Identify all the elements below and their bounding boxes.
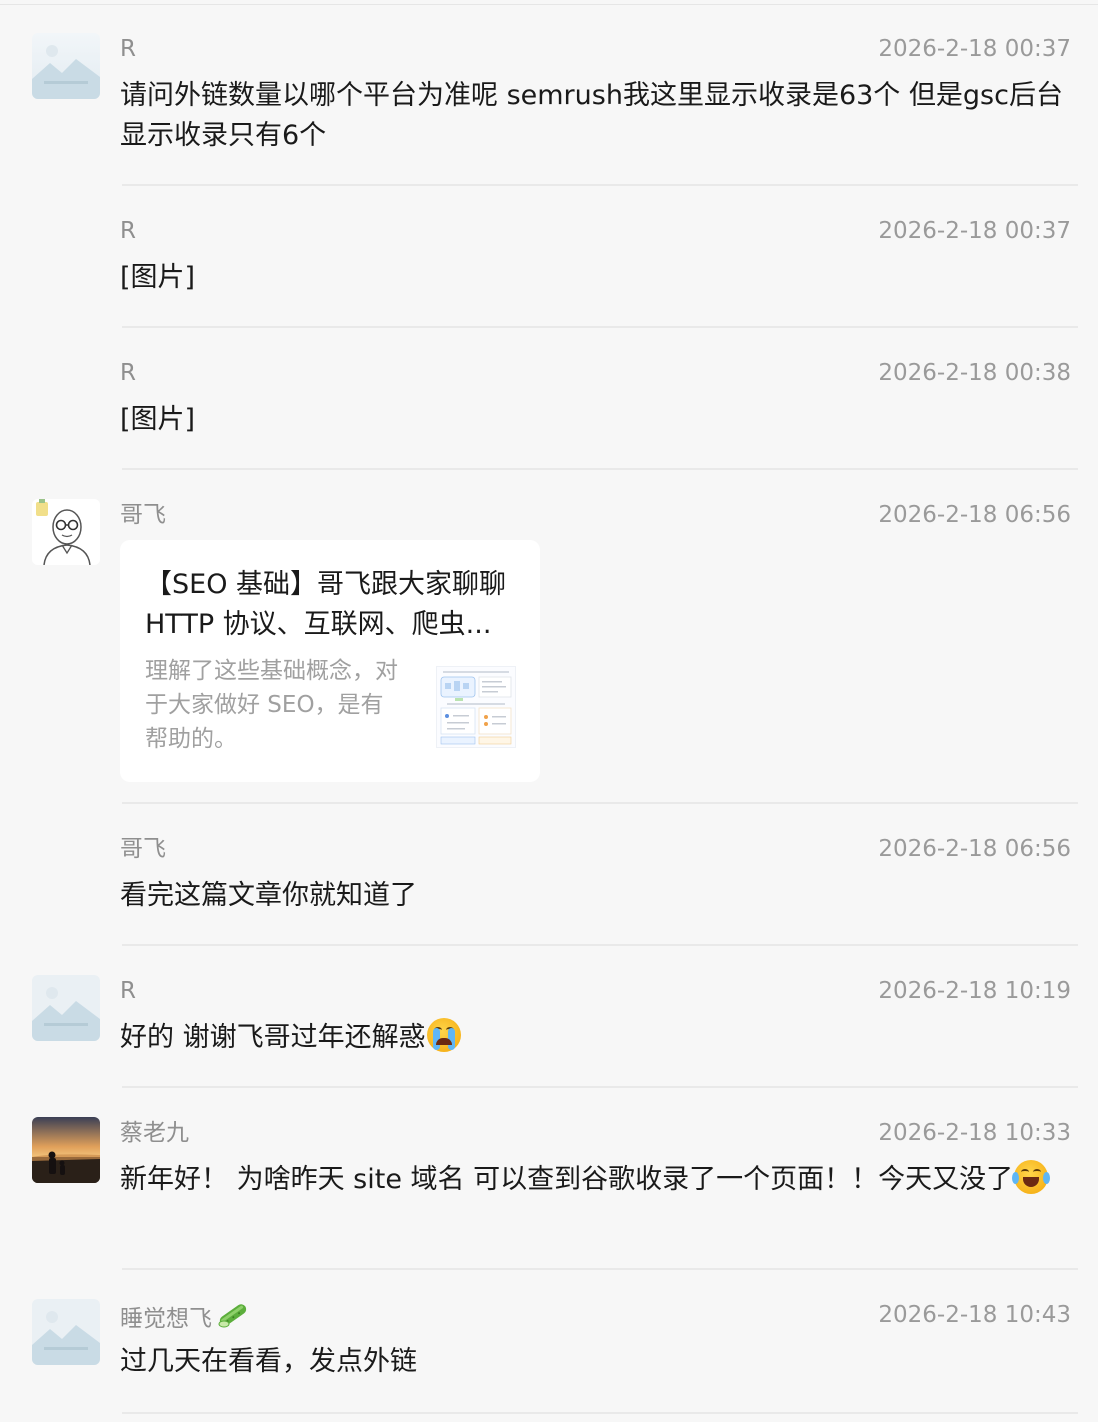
article-link-card[interactable]: 【SEO 基础】哥飞跟大家聊聊 HTTP 协议、互联网、爬虫... 理解了这些基… [120,540,540,782]
placeholder-landscape-icon [32,33,100,99]
bald-man-glasses-avatar-icon [32,499,100,565]
avatar[interactable] [32,499,100,565]
sender-name: 蔡老九 [120,1120,189,1146]
timestamp: 2026-2-18 00:37 [878,36,1071,62]
cucumber-icon [218,1304,247,1328]
message-item: 睡觉想飞 2026-2-18 10:43 过几天在看看，发点外链 [0,1266,1098,1422]
sender-name: R [120,978,136,1004]
divider [122,1412,1078,1414]
message-item: R 2026-2-18 10:19 好的 谢谢飞哥过年还解惑 [0,942,1098,1088]
article-diagram-thumbnail [436,666,516,748]
message-text: 好的 谢谢飞哥过年还解惑 [120,1018,1078,1058]
timestamp: 2026-2-18 10:19 [878,978,1071,1004]
message-item: 哥飞 2026-2-18 06:56 看完这篇文章你就知道了 [0,800,1098,946]
avatar[interactable] [32,33,100,99]
timestamp: 2026-2-18 00:37 [878,218,1071,244]
timestamp: 2026-2-18 10:43 [878,1302,1071,1328]
message-item: R 2026-2-18 00:37 [图片] [0,182,1098,328]
sender-name: R [120,218,136,244]
timestamp: 2026-2-18 10:33 [878,1120,1071,1146]
message-text-content: 好的 谢谢飞哥过年还解惑 [120,1022,426,1053]
message-text: 新年好！ 为啥昨天 site 域名 可以查到谷歌收录了一个页面！！今天又没了 [120,1160,1078,1200]
sender-name: R [120,360,136,386]
timestamp: 2026-2-18 00:38 [878,360,1071,386]
message-text: 过几天在看看，发点外链 [120,1346,417,1377]
timestamp: 2026-2-18 06:56 [878,836,1071,862]
sender-name: R [120,36,136,62]
message-item: 蔡老九 2026-2-18 10:33 新年好！ 为啥昨天 site 域名 可以… [0,1084,1098,1270]
card-title: 【SEO 基础】哥飞跟大家聊聊 HTTP 协议、互联网、爬虫... [145,569,507,640]
sender-name-text: 睡觉想飞 [120,1306,212,1332]
sunset-silhouette-avatar-icon [32,1117,100,1183]
card-description: 理解了这些基础概念，对于大家做好 SEO，是有帮助的。 [145,658,398,752]
avatar[interactable] [32,975,100,1041]
timestamp: 2026-2-18 06:56 [878,502,1071,528]
message-text: 看完这篇文章你就知道了 [120,880,417,911]
message-text-content: 新年好！ 为啥昨天 site 域名 可以查到谷歌收录了一个页面！！今天又没了 [120,1164,1014,1195]
avatar[interactable] [32,1299,100,1365]
sender-name: 睡觉想飞 [120,1300,250,1334]
avatar[interactable] [32,1117,100,1183]
sender-name: 哥飞 [120,836,166,862]
sender-name: 哥飞 [120,502,166,528]
message-text: 请问外链数量以哪个平台为准呢 semrush我这里显示收录是63个 但是gsc后… [120,80,1063,151]
image-placeholder-text[interactable]: [图片] [120,400,1078,440]
image-placeholder-text[interactable]: [图片] [120,258,1078,298]
message-item: R 2026-2-18 00:37 请问外链数量以哪个平台为准呢 semrush… [0,0,1098,186]
loudly-crying-face-icon [426,1018,461,1052]
placeholder-landscape-icon [32,975,100,1041]
placeholder-landscape-icon [32,1299,100,1365]
tears-of-joy-icon [1012,1160,1051,1194]
message-item: R 2026-2-18 00:38 [图片] [0,324,1098,470]
